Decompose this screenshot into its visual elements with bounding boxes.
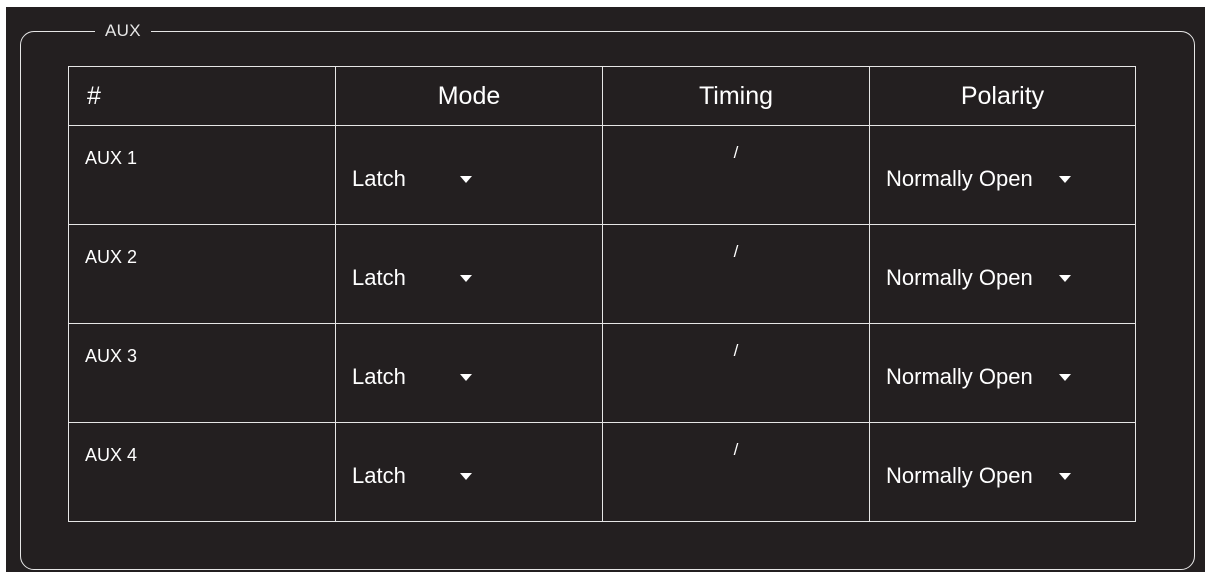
polarity-cell: Normally Open	[869, 422, 1136, 522]
mode-cell: Latch	[335, 323, 603, 423]
mode-cell: Latch	[335, 422, 603, 522]
aux-group-legend: AUX	[95, 19, 151, 43]
polarity-value: Normally Open	[886, 463, 1033, 488]
polarity-dropdown[interactable]: Normally Open	[886, 461, 1071, 491]
column-header-polarity: Polarity	[869, 66, 1136, 126]
aux-label-cell: AUX 2	[68, 224, 336, 324]
column-header-mode: Mode	[335, 66, 603, 126]
timing-value[interactable]: /	[603, 242, 869, 262]
polarity-value: Normally Open	[886, 265, 1033, 290]
caret-down-icon	[459, 373, 472, 381]
aux-label-cell: AUX 1	[68, 125, 336, 225]
timing-cell: /	[602, 323, 870, 423]
polarity-value: Normally Open	[886, 166, 1033, 191]
mode-dropdown[interactable]: Latch	[352, 263, 472, 293]
mode-value: Latch	[352, 463, 406, 488]
table-row: AUX 3 Latch / Normally Open	[68, 323, 1136, 423]
mode-cell: Latch	[335, 125, 603, 225]
aux-label: AUX 1	[85, 148, 138, 168]
timing-cell: /	[602, 224, 870, 324]
aux-label-cell: AUX 3	[68, 323, 336, 423]
mode-dropdown[interactable]: Latch	[352, 362, 472, 392]
aux-label: AUX 4	[85, 445, 138, 465]
column-header-number: #	[68, 66, 336, 126]
timing-value[interactable]: /	[603, 341, 869, 361]
table-row: AUX 1 Latch / Normally Open	[68, 125, 1136, 225]
polarity-cell: Normally Open	[869, 125, 1136, 225]
caret-down-icon	[1058, 175, 1071, 183]
mode-dropdown[interactable]: Latch	[352, 164, 472, 194]
caret-down-icon	[459, 472, 472, 480]
mode-value: Latch	[352, 364, 406, 389]
mode-value: Latch	[352, 265, 406, 290]
polarity-value: Normally Open	[886, 364, 1033, 389]
mode-cell: Latch	[335, 224, 603, 324]
aux-label: AUX 3	[85, 346, 138, 366]
polarity-dropdown[interactable]: Normally Open	[886, 164, 1071, 194]
caret-down-icon	[1058, 373, 1071, 381]
mode-value: Latch	[352, 166, 406, 191]
polarity-dropdown[interactable]: Normally Open	[886, 263, 1071, 293]
caret-down-icon	[459, 175, 472, 183]
table-header-row: # Mode Timing Polarity	[68, 66, 1136, 126]
aux-label-cell: AUX 4	[68, 422, 336, 522]
mode-dropdown[interactable]: Latch	[352, 461, 472, 491]
timing-value[interactable]: /	[603, 143, 869, 163]
caret-down-icon	[1058, 472, 1071, 480]
timing-cell: /	[602, 422, 870, 522]
timing-value[interactable]: /	[603, 440, 869, 460]
table-row: AUX 4 Latch / Normally Open	[68, 422, 1136, 522]
aux-table: # Mode Timing Polarity AUX 1 Latch / Nor…	[68, 66, 1136, 522]
column-header-timing: Timing	[602, 66, 870, 126]
aux-label: AUX 2	[85, 247, 138, 267]
caret-down-icon	[459, 274, 472, 282]
polarity-dropdown[interactable]: Normally Open	[886, 362, 1071, 392]
polarity-cell: Normally Open	[869, 224, 1136, 324]
timing-cell: /	[602, 125, 870, 225]
caret-down-icon	[1058, 274, 1071, 282]
polarity-cell: Normally Open	[869, 323, 1136, 423]
table-row: AUX 2 Latch / Normally Open	[68, 224, 1136, 324]
